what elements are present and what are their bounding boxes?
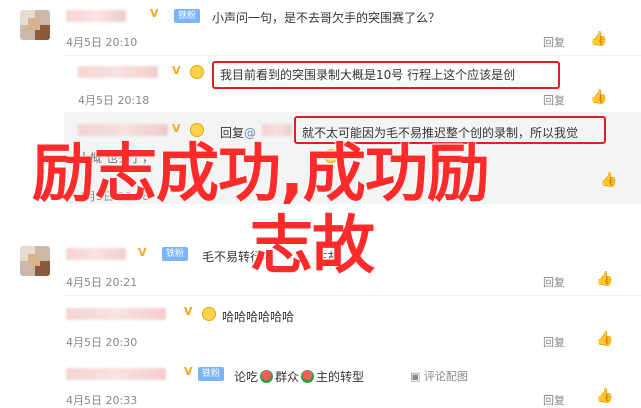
username-redacted[interactable] (66, 368, 166, 380)
watermelon-icon (260, 370, 274, 383)
reply-button[interactable]: 回复 (543, 334, 565, 350)
thumbs-up-icon[interactable]: 👍 (596, 331, 613, 347)
v-badge-icon: V (138, 246, 147, 259)
thumbs-up-icon[interactable]: 👍 (590, 31, 607, 47)
username-redacted[interactable] (66, 10, 126, 22)
avatar[interactable] (20, 10, 50, 40)
highlight-box (212, 61, 560, 89)
comment-text: 哈哈哈哈哈哈 (222, 310, 295, 324)
reply-button[interactable]: 回复 (543, 392, 565, 408)
fan-badge: 铁粉 (198, 367, 225, 381)
reply-button[interactable]: 回复 (543, 92, 565, 108)
comment-text: 论吃 群众 主的转型 (234, 370, 365, 384)
comment-time: 4月5日 20:18 (78, 94, 150, 107)
username-redacted[interactable] (78, 124, 168, 136)
v-badge-icon: V (172, 64, 181, 77)
thumbs-up-icon[interactable]: 👍 (596, 388, 613, 404)
reply-button[interactable]: 回复 (543, 274, 565, 290)
username-redacted[interactable] (78, 66, 158, 78)
comment-time: 4月5日 20:21 (66, 276, 138, 289)
v-badge-icon: V (184, 365, 193, 378)
comment-time: 4月5日 20:33 (66, 394, 138, 407)
comment-time: 4月5日 20:30 (66, 336, 138, 349)
comment-time: 4月5日 20:10 (66, 36, 138, 49)
username-redacted[interactable] (66, 308, 166, 320)
emoji-icon (190, 65, 204, 79)
mention-redacted[interactable] (262, 124, 292, 136)
fan-badge: 铁粉 (162, 247, 189, 261)
comment-image-link[interactable]: ▣ 评论配图 (410, 368, 468, 384)
image-icon: ▣ (410, 370, 421, 383)
fan-badge: 铁粉 (174, 9, 201, 23)
v-badge-icon: V (150, 7, 159, 20)
overlay-title-line2: 志故 (250, 209, 375, 282)
avatar[interactable] (20, 246, 50, 276)
thumbs-up-icon[interactable]: 👍 (600, 172, 617, 188)
overlay-title-line1: 励志成功,成功励 (32, 137, 490, 210)
reply-button[interactable]: 回复 (543, 34, 565, 50)
emoji-icon (190, 123, 204, 137)
thumbs-up-icon[interactable]: 👍 (596, 271, 613, 287)
emoji-icon (202, 307, 216, 321)
v-badge-icon: V (184, 305, 193, 318)
comment-text: 小声问一句，是不去哥欠手的突围赛了么？ (212, 11, 441, 25)
watermelon-icon (301, 370, 315, 383)
username-redacted[interactable] (66, 248, 126, 260)
divider (64, 55, 641, 56)
divider (64, 295, 641, 296)
v-badge-icon: V (172, 122, 181, 135)
thumbs-up-icon[interactable]: 👍 (590, 89, 607, 105)
